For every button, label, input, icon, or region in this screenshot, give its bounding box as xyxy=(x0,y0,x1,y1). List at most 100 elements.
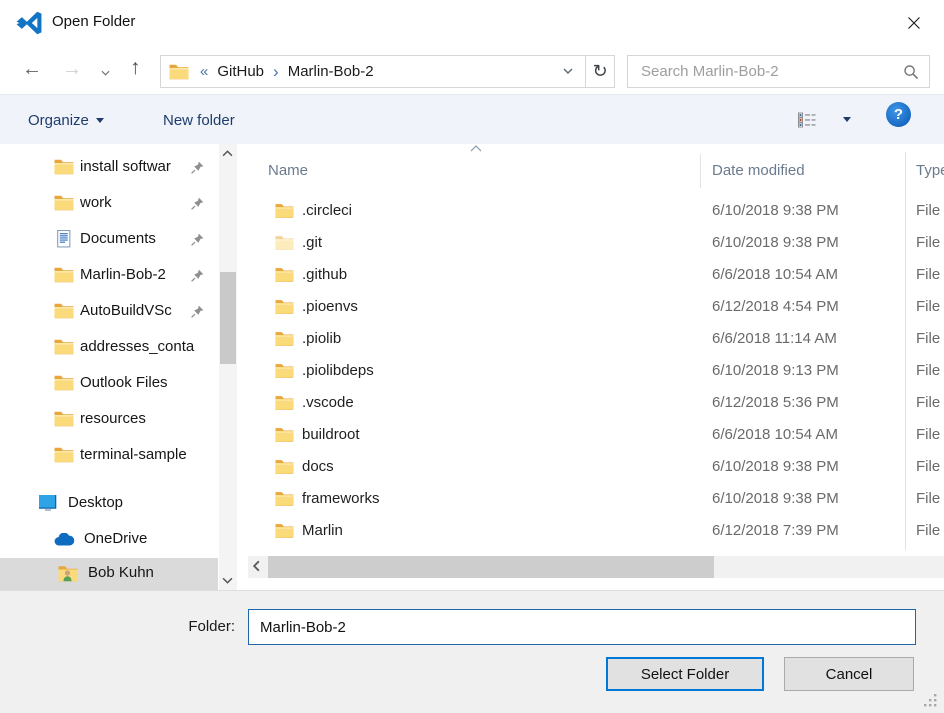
folder-icon xyxy=(275,299,294,315)
folder-icon xyxy=(54,375,74,391)
pin-icon xyxy=(191,197,204,210)
folder-icon xyxy=(54,159,74,175)
documents-icon xyxy=(55,230,72,248)
pin-icon xyxy=(191,233,204,246)
folder-icon xyxy=(275,459,294,475)
organize-button[interactable]: Organize xyxy=(28,95,104,145)
scroll-left-icon[interactable] xyxy=(253,560,260,572)
file-row-frameworks[interactable]: frameworks 6/10/2018 9:38 PM File xyxy=(248,484,944,516)
vscode-icon xyxy=(16,10,42,36)
horizontal-scrollbar[interactable] xyxy=(248,556,944,578)
scroll-down-icon[interactable] xyxy=(222,577,233,584)
refresh-button[interactable]: ↻ xyxy=(585,55,615,88)
onedrive-cloud-icon xyxy=(54,533,76,546)
folder-icon xyxy=(275,395,294,411)
view-caret-icon[interactable] xyxy=(843,117,851,122)
pin-icon xyxy=(191,161,204,174)
folder-icon xyxy=(275,235,294,251)
file-row-docs[interactable]: docs 6/10/2018 9:38 PM File xyxy=(248,452,944,484)
breadcrumb-parent[interactable]: GitHub xyxy=(217,63,264,80)
folder-icon xyxy=(54,303,74,319)
refresh-icon: ↻ xyxy=(592,61,607,82)
sidebar-item-resources[interactable]: resources xyxy=(0,402,218,438)
details-view-icon[interactable] xyxy=(798,111,816,129)
file-row-piolib[interactable]: .piolib 6/6/2018 11:14 AM File xyxy=(248,324,944,356)
title-bar: Open Folder xyxy=(0,0,944,46)
folder-icon xyxy=(275,523,294,539)
file-row-marlin[interactable]: Marlin 6/12/2018 7:39 PM File xyxy=(248,516,944,548)
column-header-date-modified[interactable]: Date modified xyxy=(712,162,805,179)
close-button[interactable] xyxy=(896,8,932,38)
search-input[interactable] xyxy=(639,57,899,86)
folder-icon xyxy=(275,331,294,347)
folder-icon xyxy=(54,339,74,355)
breadcrumb-separator-icon: › xyxy=(273,63,279,80)
file-row-vscode[interactable]: .vscode 6/12/2018 5:36 PM File xyxy=(248,388,944,420)
caret-down-icon xyxy=(96,118,104,123)
address-bar[interactable]: « GitHub › Marlin-Bob-2 xyxy=(160,55,586,88)
scrollbar-thumb[interactable] xyxy=(220,272,236,364)
help-icon: ? xyxy=(894,106,903,123)
dialog-footer: Folder: Select Folder Cancel xyxy=(0,590,944,713)
scroll-up-icon[interactable] xyxy=(222,150,233,157)
sidebar-item-marlin-bob-2[interactable]: Marlin-Bob-2 xyxy=(0,258,218,294)
folder-name-input[interactable] xyxy=(248,609,916,645)
breadcrumb-overflow[interactable]: « xyxy=(200,63,208,80)
sidebar-scrollbar[interactable] xyxy=(219,144,237,590)
main-area: install softwar work Documents Marlin-Bo… xyxy=(0,144,944,590)
folder-label: Folder: xyxy=(140,618,235,635)
sidebar-item-documents[interactable]: Documents xyxy=(0,222,218,258)
folder-icon xyxy=(275,203,294,219)
file-list: Name Date modified Type .circleci 6/10/2… xyxy=(248,144,944,590)
sidebar-item-autobuildvsc[interactable]: AutoBuildVSc xyxy=(0,294,218,330)
search-box xyxy=(627,55,930,88)
history-chevron-icon[interactable] xyxy=(101,70,110,76)
pin-icon xyxy=(191,305,204,318)
command-bar: Organize New folder ? xyxy=(0,94,944,144)
help-button[interactable]: ? xyxy=(886,102,911,127)
breadcrumb-current[interactable]: Marlin-Bob-2 xyxy=(288,63,374,80)
search-icon[interactable] xyxy=(903,64,919,80)
window-title: Open Folder xyxy=(52,13,135,30)
file-row-pioenvs[interactable]: .pioenvs 6/12/2018 4:54 PM File xyxy=(248,292,944,324)
column-header-type[interactable]: Type xyxy=(916,162,944,179)
sidebar-item-bob-kuhn[interactable]: Bob Kuhn xyxy=(0,558,218,590)
folder-icon xyxy=(275,427,294,443)
user-folder-icon xyxy=(58,565,78,582)
sidebar-item-desktop[interactable]: Desktop xyxy=(0,486,218,522)
cancel-button[interactable]: Cancel xyxy=(784,657,914,691)
file-row-github[interactable]: .github 6/6/2018 10:54 AM File xyxy=(248,260,944,292)
navigation-bar: ← → ↑ « GitHub › Marlin-Bob-2 ↻ xyxy=(0,46,944,94)
folder-icon xyxy=(275,363,294,379)
address-dropdown-icon[interactable] xyxy=(563,68,573,74)
back-button[interactable]: ← xyxy=(22,59,42,79)
column-header-name[interactable]: Name xyxy=(268,162,308,179)
sidebar-item-terminal-sample[interactable]: terminal-sample xyxy=(0,438,218,474)
desktop-icon xyxy=(38,494,58,512)
close-icon xyxy=(907,16,921,30)
sidebar-item-outlook-files[interactable]: Outlook Files xyxy=(0,366,218,402)
folder-icon xyxy=(275,267,294,283)
file-row-piolibdeps[interactable]: .piolibdeps 6/10/2018 9:13 PM File xyxy=(248,356,944,388)
column-separator[interactable] xyxy=(700,154,701,188)
new-folder-button[interactable]: New folder xyxy=(163,95,235,145)
folder-icon xyxy=(169,64,189,80)
up-button[interactable]: ↑ xyxy=(130,57,141,78)
pin-icon xyxy=(191,269,204,282)
scrollbar-thumb[interactable] xyxy=(268,556,714,578)
forward-button[interactable]: → xyxy=(62,59,82,79)
navigation-pane: install softwar work Documents Marlin-Bo… xyxy=(0,144,218,590)
folder-icon xyxy=(54,411,74,427)
folder-icon xyxy=(275,491,294,507)
folder-icon xyxy=(54,447,74,463)
select-folder-button[interactable]: Select Folder xyxy=(606,657,764,691)
file-row-circleci[interactable]: .circleci 6/10/2018 9:38 PM File xyxy=(248,196,944,228)
sidebar-item-install-software[interactable]: install softwar xyxy=(0,150,218,186)
sidebar-item-addresses-contacts[interactable]: addresses_conta xyxy=(0,330,218,366)
resize-grip[interactable] xyxy=(924,694,938,708)
file-row-git[interactable]: .git 6/10/2018 9:38 PM File xyxy=(248,228,944,260)
sidebar-item-onedrive[interactable]: OneDrive xyxy=(0,522,218,558)
sidebar-item-work[interactable]: work xyxy=(0,186,218,222)
file-row-buildroot[interactable]: buildroot 6/6/2018 10:54 AM File xyxy=(248,420,944,452)
folder-icon xyxy=(54,267,74,283)
